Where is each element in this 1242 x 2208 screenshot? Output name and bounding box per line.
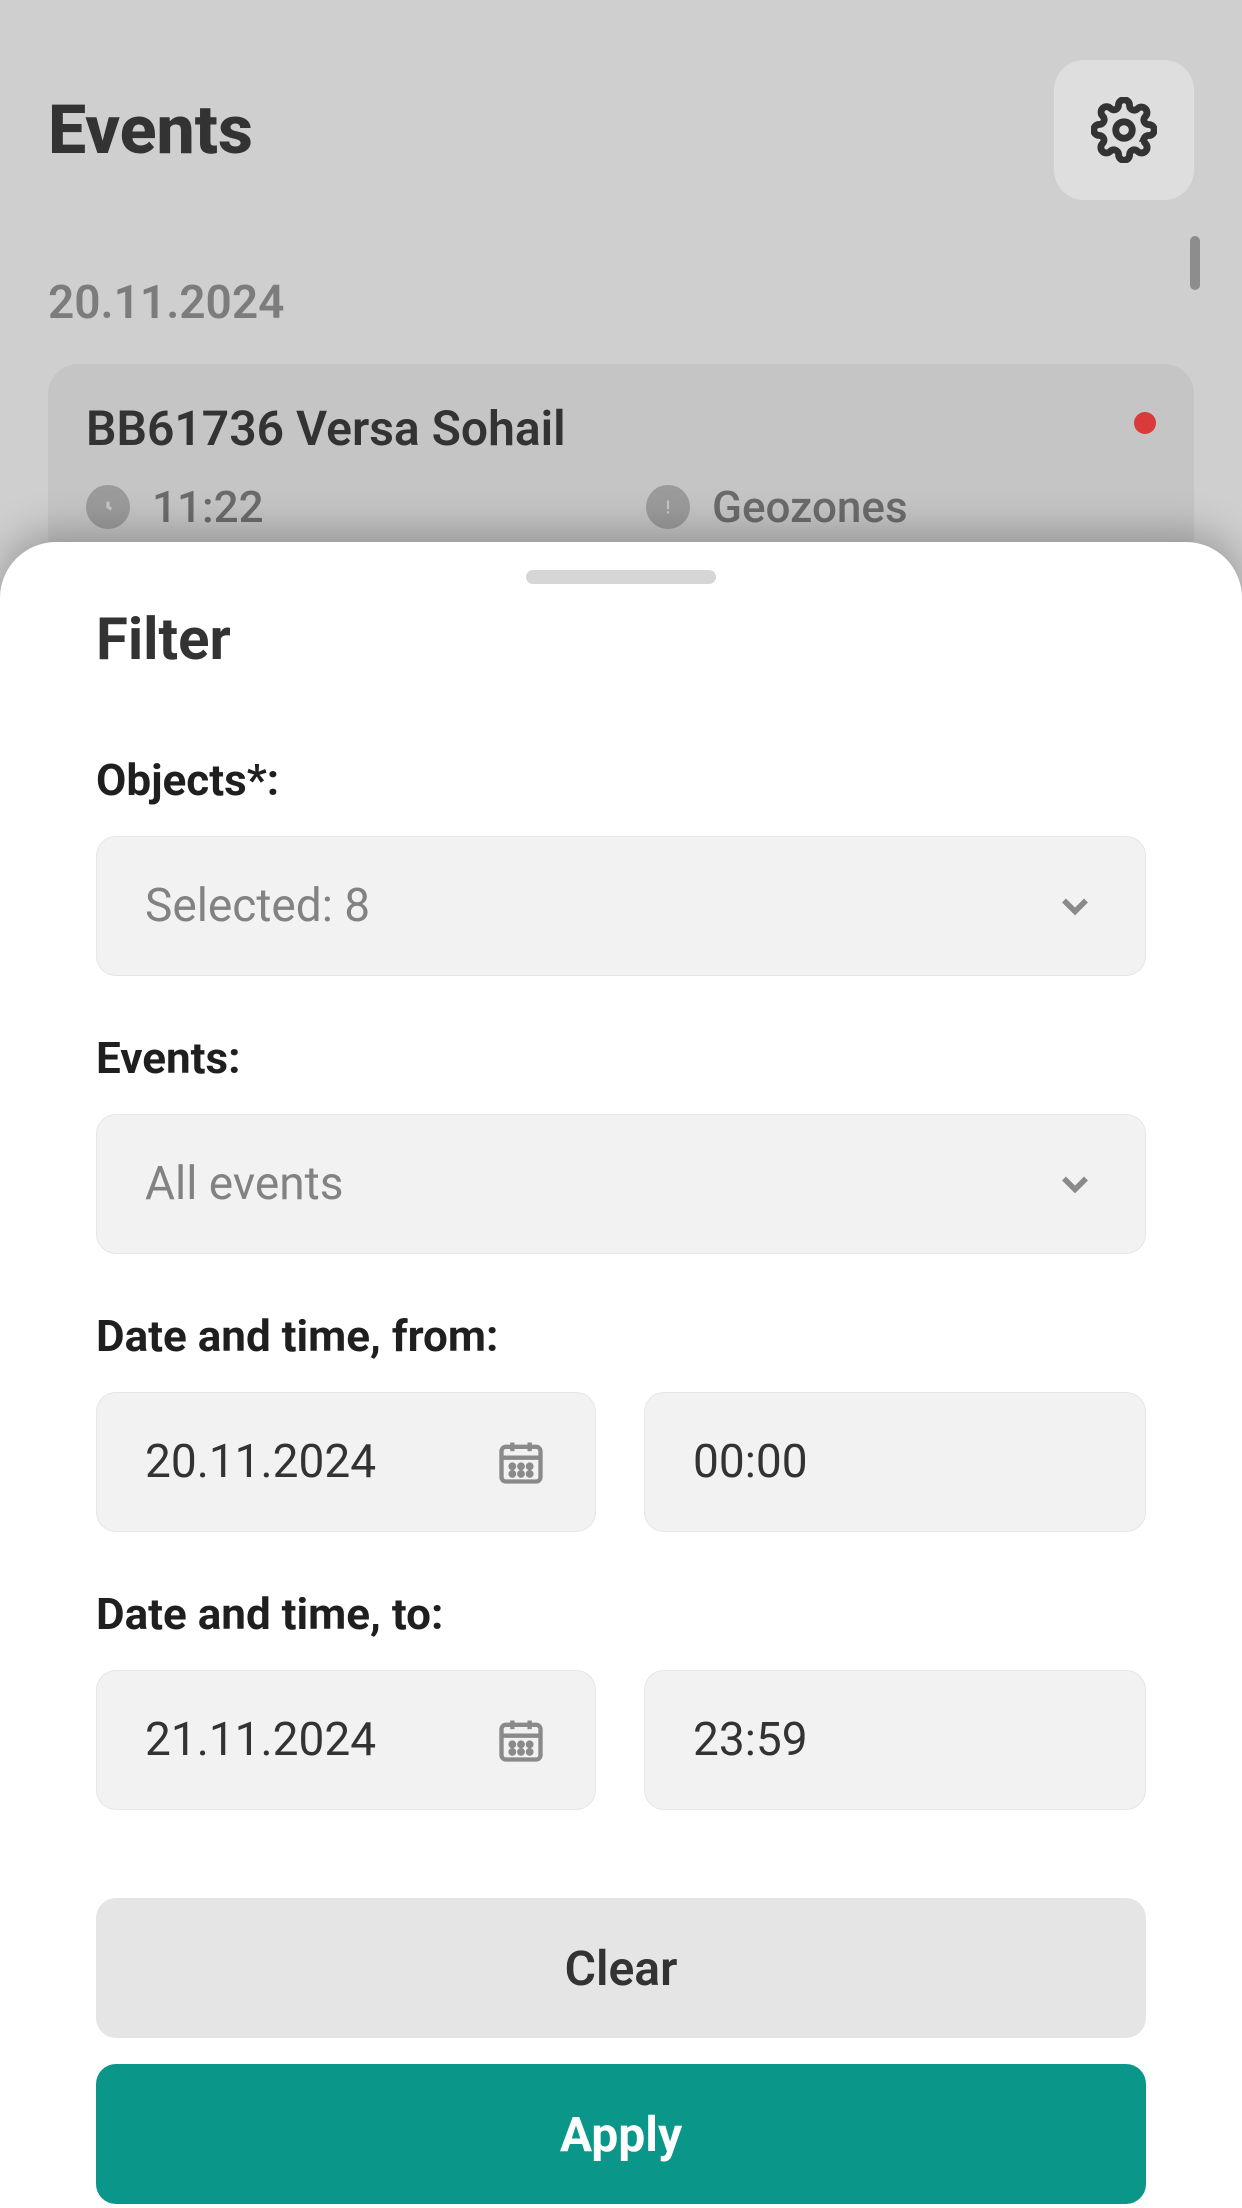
event-time: 11:22 (152, 481, 264, 533)
calendar-icon (495, 1436, 547, 1488)
calendar-icon (495, 1714, 547, 1766)
from-date-value: 20.11.2024 (145, 1435, 376, 1489)
filter-sheet: Filter Objects*: Selected: 8 Events: All… (0, 542, 1242, 2208)
apply-button-label: Apply (560, 2106, 682, 2163)
page-title: Events (48, 90, 253, 170)
objects-select[interactable]: Selected: 8 (96, 836, 1146, 976)
from-time-value: 00:00 (693, 1435, 808, 1489)
apply-button[interactable]: Apply (96, 2064, 1146, 2204)
chevron-down-icon (1053, 1162, 1097, 1206)
to-time-value: 23:59 (693, 1713, 808, 1767)
clear-button-label: Clear (565, 1940, 678, 1997)
status-dot-icon (1134, 412, 1156, 434)
objects-label: Objects*: (96, 754, 1146, 806)
to-time-input[interactable]: 23:59 (644, 1670, 1146, 1810)
objects-value: Selected: 8 (145, 879, 370, 933)
gear-icon (1091, 97, 1157, 163)
to-date-input[interactable]: 21.11.2024 (96, 1670, 596, 1810)
event-card[interactable]: BB61736 Versa Sohail 11:22 Geozones (48, 364, 1194, 564)
event-category: Geozones (712, 481, 908, 533)
info-icon (646, 485, 690, 529)
event-card-title: BB61736 Versa Sohail (86, 400, 1156, 457)
clear-button[interactable]: Clear (96, 1898, 1146, 2038)
events-value: All events (145, 1157, 343, 1211)
scrollbar-thumb[interactable] (1190, 236, 1200, 290)
settings-button[interactable] (1054, 60, 1194, 200)
clock-icon (86, 485, 130, 529)
sheet-grabber[interactable] (526, 570, 716, 584)
from-date-input[interactable]: 20.11.2024 (96, 1392, 596, 1532)
events-select[interactable]: All events (96, 1114, 1146, 1254)
to-label: Date and time, to: (96, 1588, 1146, 1640)
from-label: Date and time, from: (96, 1310, 1146, 1362)
chevron-down-icon (1053, 884, 1097, 928)
filter-title: Filter (96, 606, 1146, 674)
to-date-value: 21.11.2024 (145, 1713, 376, 1767)
events-label: Events: (96, 1032, 1146, 1084)
from-time-input[interactable]: 00:00 (644, 1392, 1146, 1532)
date-header: 20.11.2024 (48, 276, 284, 330)
